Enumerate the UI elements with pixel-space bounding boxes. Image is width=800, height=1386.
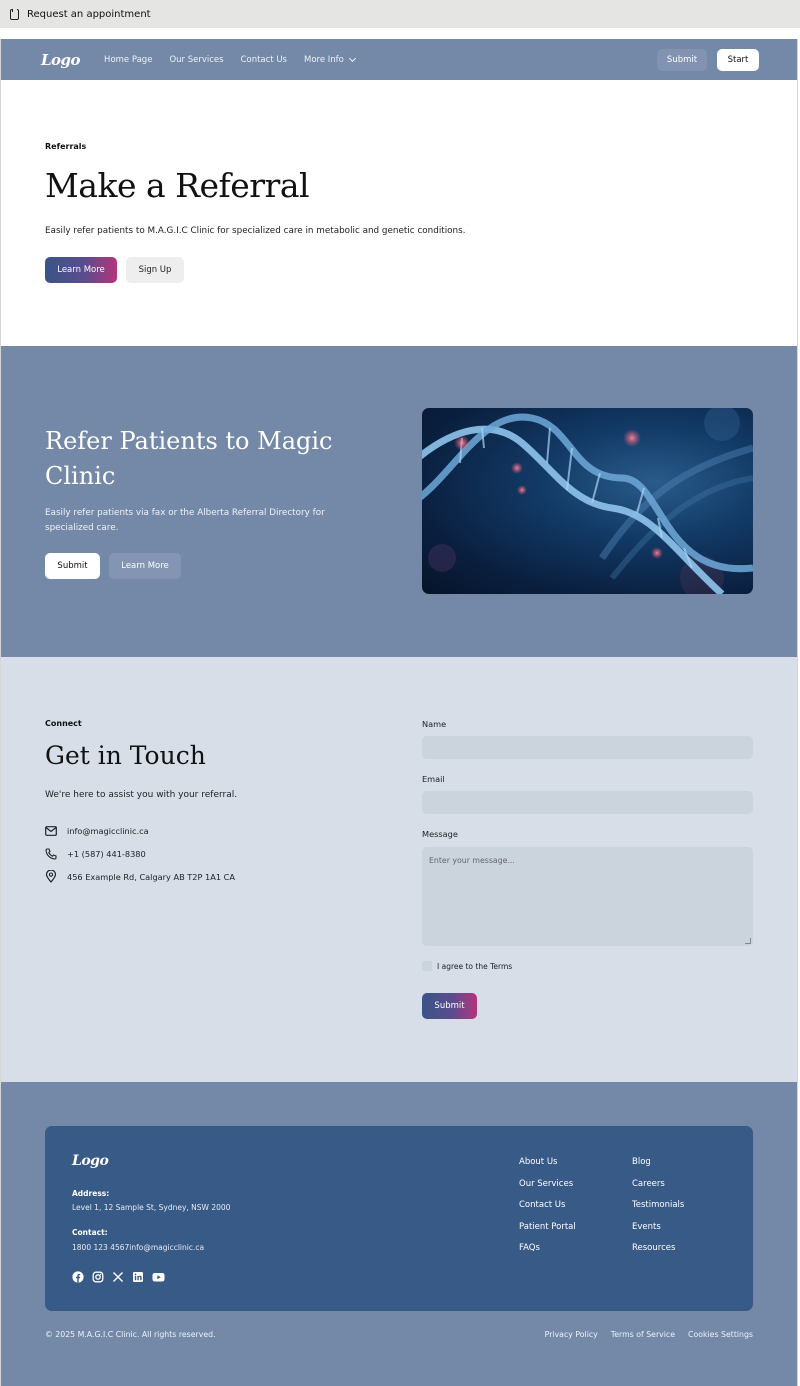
footer-link-blog[interactable]: Blog [632, 1157, 684, 1167]
nav-link-contact[interactable]: Contact Us [241, 55, 287, 65]
nav-link-services[interactable]: Our Services [169, 55, 223, 65]
footer-contact-label: Contact: [72, 1228, 108, 1237]
footer-card: Logo Address: Level 1, 12 Sample St, Syd… [45, 1126, 753, 1311]
footer-link-about[interactable]: About Us [519, 1157, 576, 1167]
footer-link-patient-portal[interactable]: Patient Portal [519, 1222, 576, 1232]
x-icon[interactable] [112, 1271, 124, 1283]
email-label: Email [422, 774, 445, 784]
hero-section: Referrals Make a Referral Easily refer p… [1, 80, 797, 346]
page-icon [10, 8, 19, 20]
terms-label: I agree to the Terms [437, 961, 513, 971]
nav-start-button[interactable]: Start [717, 48, 759, 71]
email-field[interactable] [422, 791, 753, 814]
youtube-icon[interactable] [152, 1271, 165, 1283]
contact-address: 456 Example Rd, Calgary AB T2P 1A1 CA [45, 870, 235, 883]
hero-sign-up-button[interactable]: Sign Up [126, 257, 184, 283]
mail-icon [45, 826, 57, 836]
footer: Logo Address: Level 1, 12 Sample St, Syd… [1, 1082, 797, 1386]
contact-address-text: 456 Example Rd, Calgary AB T2P 1A1 CA [67, 871, 235, 882]
legal-links: Privacy Policy Terms of Service Cookies … [545, 1330, 753, 1339]
facebook-icon[interactable] [72, 1271, 84, 1283]
footer-links-column-2: Blog Careers Testimonials Events Resourc… [632, 1157, 684, 1253]
page-frame: Logo Home Page Our Services Contact Us M… [0, 39, 798, 1386]
hero-learn-more-button[interactable]: Learn More [45, 257, 117, 283]
refer-title: Refer Patients to Magic Clinic [45, 427, 333, 490]
hero-title: Make a Referral [45, 166, 310, 205]
refer-submit-button[interactable]: Submit [45, 553, 100, 579]
nav-link-home[interactable]: Home Page [104, 55, 152, 65]
browser-title: Request an appointment [27, 8, 151, 20]
contact-email[interactable]: info@magicclinic.ca [45, 826, 149, 836]
contact-phone-text: +1 (587) 441-8380 [67, 849, 146, 859]
location-pin-icon [45, 870, 57, 883]
refer-section: Refer Patients to Magic Clinic Easily re… [1, 346, 797, 657]
nav-submit-button[interactable]: Submit [657, 48, 707, 71]
refer-buttons: Submit Learn More [45, 553, 181, 579]
browser-tab-bar: Request an appointment [0, 0, 800, 28]
terms-checkbox-row[interactable]: I agree to the Terms [422, 961, 512, 971]
chevron-down-icon [348, 54, 356, 62]
footer-contact: 1800 123 4567info@magicclinic.ca [72, 1243, 205, 1252]
contact-lead: We're here to assist you with your refer… [45, 790, 238, 800]
nav-actions: Submit Start [657, 48, 759, 71]
contact-phone[interactable]: +1 (587) 441-8380 [45, 848, 146, 860]
footer-logo[interactable]: Logo [72, 1153, 109, 1169]
nav-more-info-label: More Info [304, 54, 344, 65]
footer-link-resources[interactable]: Resources [632, 1243, 684, 1253]
name-field[interactable] [422, 736, 753, 759]
footer-link-events[interactable]: Events [632, 1222, 684, 1232]
message-placeholder: Enter your message... [429, 856, 515, 865]
contact-title: Get in Touch [45, 741, 206, 770]
phone-icon [45, 848, 57, 860]
nav-logo[interactable]: Logo [41, 51, 81, 69]
terms-checkbox[interactable] [422, 961, 432, 971]
refer-description: Easily refer patients via fax or the Alb… [45, 508, 325, 533]
social-links [72, 1271, 165, 1283]
nav-link-more-info[interactable]: More Info [304, 54, 356, 65]
linkedin-icon[interactable] [132, 1271, 144, 1283]
footer-link-faqs[interactable]: FAQs [519, 1243, 576, 1253]
hero-buttons: Learn More Sign Up [45, 257, 184, 283]
footer-link-careers[interactable]: Careers [632, 1179, 684, 1189]
footer-address-label: Address: [72, 1189, 110, 1198]
dna-illustration [422, 408, 753, 594]
footer-address: Level 1, 12 Sample St, Sydney, NSW 2000 [72, 1203, 231, 1212]
privacy-policy-link[interactable]: Privacy Policy [545, 1330, 598, 1339]
dna-helix-image [422, 408, 753, 594]
message-field[interactable]: Enter your message... [422, 847, 753, 946]
terms-of-service-link[interactable]: Terms of Service [611, 1330, 675, 1339]
navbar: Logo Home Page Our Services Contact Us M… [1, 39, 797, 80]
footer-link-contact[interactable]: Contact Us [519, 1200, 576, 1210]
footer-link-services[interactable]: Our Services [519, 1179, 576, 1189]
cookies-settings-link[interactable]: Cookies Settings [688, 1330, 753, 1339]
contact-email-text: info@magicclinic.ca [67, 826, 149, 836]
footer-bottom-bar: © 2025 M.A.G.I.C Clinic. All rights rese… [45, 1330, 753, 1339]
resize-handle-icon[interactable] [745, 938, 751, 944]
contact-section: Connect Get in Touch We're here to assis… [1, 657, 797, 1082]
instagram-icon[interactable] [92, 1271, 104, 1283]
refer-learn-more-button[interactable]: Learn More [109, 553, 181, 579]
hero-subtitle: Easily refer patients to M.A.G.I.C Clini… [45, 226, 466, 236]
hero-eyebrow: Referrals [45, 142, 87, 151]
footer-link-testimonials[interactable]: Testimonials [632, 1200, 684, 1210]
footer-links-column-1: About Us Our Services Contact Us Patient… [519, 1157, 576, 1253]
name-label: Name [422, 719, 447, 729]
contact-eyebrow: Connect [45, 719, 82, 728]
contact-submit-button[interactable]: Submit [422, 993, 477, 1019]
message-label: Message [422, 829, 458, 839]
copyright: © 2025 M.A.G.I.C Clinic. All rights rese… [45, 1330, 216, 1339]
